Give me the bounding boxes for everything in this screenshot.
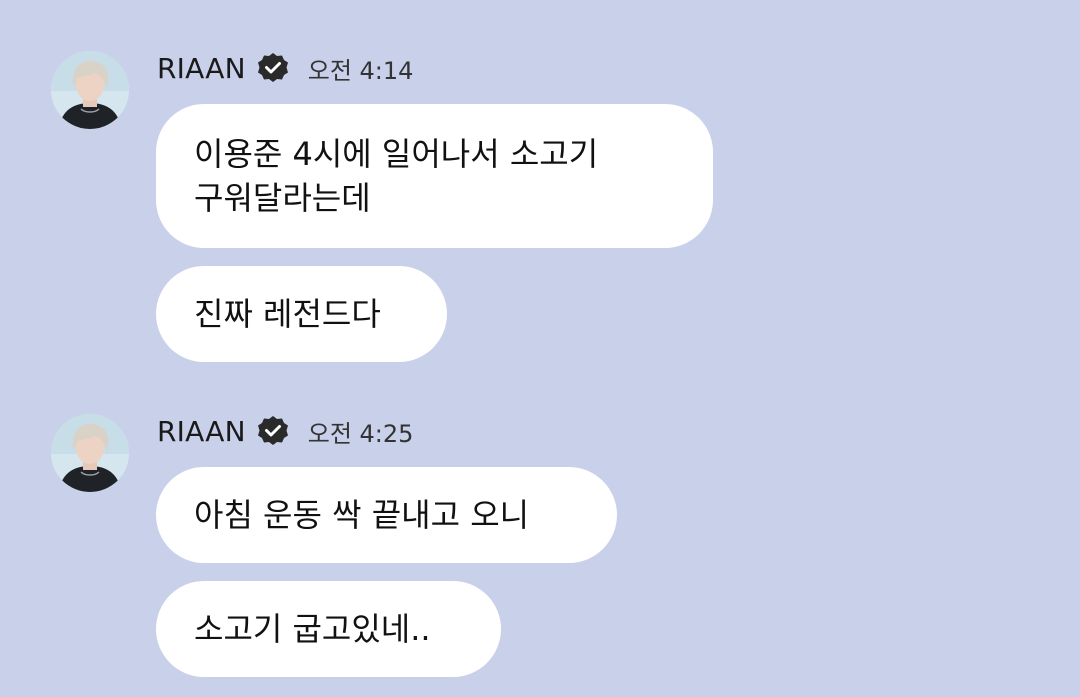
- message-text: 진짜 레전드다: [194, 295, 381, 333]
- avatar-photo: [51, 51, 129, 129]
- sender-name[interactable]: RIAAN: [157, 415, 246, 448]
- message-text: 이용준 4시에 일어나서 소고기 구워달라는데: [194, 135, 599, 217]
- message-bubble[interactable]: 진짜 레전드다: [156, 266, 447, 362]
- verified-badge-icon: [256, 51, 290, 85]
- message-bubble[interactable]: 이용준 4시에 일어나서 소고기 구워달라는데: [156, 104, 713, 248]
- avatar[interactable]: [51, 414, 129, 492]
- avatar[interactable]: [51, 51, 129, 129]
- message-text: 소고기 굽고있네..: [194, 610, 431, 648]
- message-header: RIAAN 오전 4:14: [157, 51, 413, 85]
- message-time: 오전 4:14: [307, 56, 414, 85]
- message-bubble[interactable]: 아침 운동 싹 끝내고 오니: [156, 467, 617, 563]
- message-time: 오전 4:25: [307, 419, 414, 448]
- verified-badge-icon: [256, 414, 290, 448]
- avatar-photo: [51, 414, 129, 492]
- sender-name[interactable]: RIAAN: [157, 52, 246, 85]
- message-bubble[interactable]: 소고기 굽고있네..: [156, 581, 501, 677]
- message-text: 아침 운동 싹 끝내고 오니: [194, 496, 530, 534]
- message-header: RIAAN 오전 4:25: [157, 414, 413, 448]
